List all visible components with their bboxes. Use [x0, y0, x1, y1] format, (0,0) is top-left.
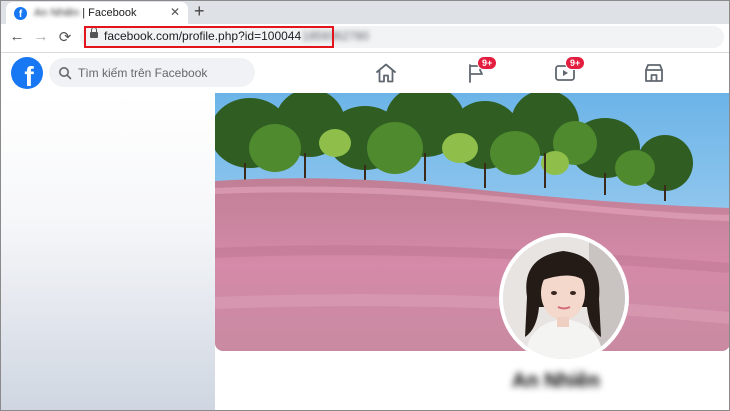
avatar-image: [503, 237, 625, 359]
search-icon: [59, 66, 72, 79]
browser-tab-strip: f An Nhiên | Facebook ✕ +: [0, 0, 730, 24]
tab-title: An Nhiên | Facebook: [34, 7, 137, 19]
watch-badge: 9+: [565, 56, 586, 70]
profile-name: An Nhiên: [512, 370, 600, 392]
new-tab-icon[interactable]: +: [194, 1, 205, 22]
pages-badge: 9+: [477, 56, 498, 70]
facebook-favicon-icon: f: [14, 6, 27, 20]
search-box[interactable]: [49, 58, 255, 87]
close-tab-icon[interactable]: ✕: [170, 5, 180, 19]
forward-arrow-icon[interactable]: →: [32, 28, 50, 45]
browser-toolbar: ← → ⟳ facebook.com/profile.php?id=100044…: [0, 24, 730, 53]
left-column: [0, 93, 215, 411]
profile-header-panel: [215, 351, 730, 411]
pages-nav-item[interactable]: 9+: [465, 56, 498, 84]
tab-title-hidden: An Nhiên: [34, 7, 80, 19]
home-icon[interactable]: [374, 62, 398, 84]
url-highlight-box: [84, 26, 334, 48]
search-input[interactable]: [78, 65, 248, 80]
reload-icon[interactable]: ⟳: [56, 28, 74, 46]
browser-tab[interactable]: f An Nhiên | Facebook ✕: [6, 2, 188, 24]
tab-title-suffix: | Facebook: [82, 7, 137, 19]
watch-nav-item[interactable]: 9+: [553, 56, 586, 84]
cover-photo[interactable]: [215, 93, 730, 351]
cover-photo-image: [215, 93, 730, 351]
facebook-logo-icon[interactable]: f: [11, 57, 43, 89]
profile-avatar[interactable]: [503, 237, 625, 359]
marketplace-icon[interactable]: [642, 62, 666, 84]
back-arrow-icon[interactable]: ←: [8, 28, 26, 45]
facebook-header: f 9+ 9+: [0, 53, 730, 93]
